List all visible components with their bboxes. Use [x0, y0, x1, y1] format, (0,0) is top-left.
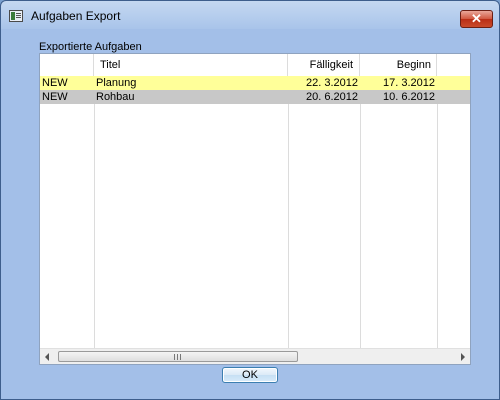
ok-button[interactable]: OK — [222, 367, 278, 383]
horizontal-scrollbar[interactable] — [40, 348, 470, 364]
row-due-date: 20. 6.2012 — [306, 91, 358, 103]
export-dialog-window: Aufgaben Export ✕ Exportierte Aufgaben T… — [0, 0, 500, 400]
column-header-titel[interactable]: Titel — [94, 54, 288, 76]
column-divider — [94, 76, 95, 348]
row-title: Rohbau — [96, 91, 135, 103]
dialog-client-area: Exportierte Aufgaben Titel Fälligkeit Be… — [9, 31, 491, 393]
column-header-filler — [437, 54, 470, 76]
list-header: Titel Fälligkeit Beginn — [40, 54, 470, 76]
row-status: NEW — [42, 91, 68, 103]
column-header-faelligkeit[interactable]: Fälligkeit — [288, 54, 360, 76]
row-status: NEW — [42, 77, 68, 89]
window-title: Aufgaben Export — [31, 9, 121, 23]
row-due-date: 22. 3.2012 — [306, 77, 358, 89]
scrollbar-grip-icon — [174, 354, 183, 360]
column-header-status[interactable] — [40, 54, 94, 76]
scroll-right-arrow-icon[interactable] — [461, 353, 465, 361]
table-row[interactable]: NEW Planung 22. 3.2012 17. 3.2012 — [40, 76, 470, 90]
exported-tasks-label: Exportierte Aufgaben — [39, 41, 142, 53]
title-bar[interactable]: Aufgaben Export ✕ — [1, 1, 499, 31]
row-start-date: 17. 3.2012 — [383, 77, 435, 89]
column-divider — [360, 76, 361, 348]
column-divider — [288, 76, 289, 348]
column-divider — [437, 76, 438, 348]
close-button[interactable]: ✕ — [460, 10, 493, 28]
app-window-icon — [9, 10, 23, 22]
column-header-beginn[interactable]: Beginn — [360, 54, 437, 76]
close-icon: ✕ — [471, 11, 482, 26]
table-row[interactable]: NEW Rohbau 20. 6.2012 10. 6.2012 — [40, 90, 470, 104]
scrollbar-thumb[interactable] — [58, 351, 298, 362]
scroll-left-arrow-icon[interactable] — [45, 353, 49, 361]
row-start-date: 10. 6.2012 — [383, 91, 435, 103]
row-title: Planung — [96, 77, 137, 89]
tasks-list-view[interactable]: Titel Fälligkeit Beginn NEW Planung 22. … — [39, 53, 471, 365]
